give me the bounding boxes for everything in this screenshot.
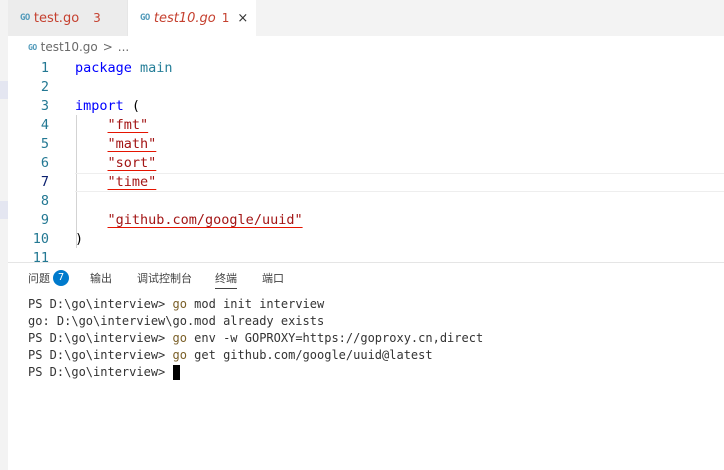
code-line[interactable]: 6 "sort" bbox=[8, 154, 724, 173]
tab-problems[interactable]: 问题 7 bbox=[28, 263, 69, 293]
tab-label: 输出 bbox=[90, 272, 112, 285]
code-text: package main bbox=[75, 59, 173, 78]
code-text: import ( bbox=[75, 97, 140, 116]
code-text: "sort" bbox=[75, 154, 157, 173]
tab-label: 终端 bbox=[215, 272, 237, 285]
terminal-prompt: go: D:\go\interview\go.mod already exist… bbox=[28, 314, 325, 328]
sidebar-highlight bbox=[0, 81, 8, 99]
editor-tab-bar: GO test.go 3 GO test10.go 1 × bbox=[8, 0, 724, 36]
string-literal: "sort" bbox=[107, 155, 157, 171]
code-line[interactable]: 9 "github.com/google/uuid" bbox=[8, 211, 724, 230]
close-icon[interactable]: × bbox=[237, 11, 248, 26]
tab-label: 端口 bbox=[262, 272, 284, 285]
line-number: 3 bbox=[40, 98, 49, 114]
code-text: "github.com/google/uuid" bbox=[75, 211, 303, 230]
code-line[interactable]: 4 "fmt" bbox=[8, 116, 724, 135]
code-text: "fmt" bbox=[75, 116, 149, 135]
terminal-prompt: PS D:\go\interview> bbox=[28, 348, 173, 362]
code-line[interactable]: 11 bbox=[8, 249, 724, 262]
terminal-prompt: PS D:\go\interview> bbox=[28, 365, 173, 379]
terminal-line: PS D:\go\interview> go env -w GOPROXY=ht… bbox=[28, 330, 483, 347]
tab-terminal[interactable]: 终端 bbox=[215, 263, 237, 293]
terminal-cursor bbox=[172, 365, 180, 380]
line-number: 5 bbox=[40, 136, 49, 152]
string-literal: "time" bbox=[107, 174, 157, 190]
line-number: 11 bbox=[32, 250, 49, 262]
line-number: 2 bbox=[40, 79, 49, 95]
code-text: "time" bbox=[75, 173, 157, 192]
string-literal: "github.com/google/uuid" bbox=[107, 212, 303, 228]
code-text: ) bbox=[75, 230, 83, 249]
terminal-command: go bbox=[172, 331, 187, 345]
breadcrumb: GO test10.go > ... bbox=[8, 36, 724, 58]
terminal-command: go bbox=[172, 348, 187, 362]
code-line[interactable]: 1 package main bbox=[8, 59, 724, 78]
package-name: main bbox=[140, 60, 173, 76]
keyword: import bbox=[75, 98, 124, 114]
problems-badge: 7 bbox=[53, 270, 69, 286]
terminal-args: get github.com/google/uuid@latest bbox=[186, 348, 433, 362]
tab-debug-console[interactable]: 调试控制台 bbox=[137, 263, 192, 293]
code-line[interactable]: 8 bbox=[8, 192, 724, 211]
tab-ports[interactable]: 端口 bbox=[262, 263, 284, 293]
terminal-args: mod init interview bbox=[186, 297, 325, 311]
tab-test10-go[interactable]: GO test10.go 1 × bbox=[128, 0, 256, 36]
terminal-line: go: D:\go\interview\go.mod already exist… bbox=[28, 313, 324, 330]
activity-sidebar bbox=[0, 0, 8, 470]
code-line[interactable]: 5 "math" bbox=[8, 135, 724, 154]
code-line[interactable]: 3 import ( bbox=[8, 97, 724, 116]
line-number: 4 bbox=[40, 117, 49, 133]
terminal-prompt: PS D:\go\interview> bbox=[28, 297, 173, 311]
line-number: 9 bbox=[40, 212, 49, 228]
code-text: "math" bbox=[75, 135, 157, 154]
tab-label: 调试控制台 bbox=[137, 272, 192, 285]
line-number: 1 bbox=[40, 60, 49, 76]
terminal-line: PS D:\go\interview> go get github.com/go… bbox=[28, 347, 433, 364]
code-line[interactable]: 2 bbox=[8, 78, 724, 97]
go-file-icon: GO bbox=[140, 13, 150, 23]
tab-label: test10.go bbox=[153, 10, 216, 26]
line-number: 6 bbox=[40, 155, 49, 171]
terminal-args: env -w GOPROXY=https://goproxy.cn,direct bbox=[186, 331, 484, 345]
code-token: ) bbox=[75, 231, 84, 247]
code-editor[interactable]: 1 package main 2 3 import (4 "fmt" 5 "math" 6 … bbox=[8, 58, 724, 262]
terminal-prompt: PS D:\go\interview> bbox=[28, 331, 173, 345]
code-line[interactable]: 7 "time" bbox=[8, 173, 724, 192]
tab-label: 问题 bbox=[28, 272, 50, 285]
terminal-line: PS D:\go\interview> go mod init intervie… bbox=[28, 296, 324, 313]
code-token: ( bbox=[123, 98, 141, 114]
terminal-line: PS D:\go\interview> bbox=[28, 364, 180, 381]
breadcrumb-more[interactable]: ... bbox=[118, 40, 129, 54]
string-literal: "fmt" bbox=[107, 117, 149, 133]
breadcrumb-file[interactable]: test10.go bbox=[41, 40, 98, 54]
terminal-command: go bbox=[172, 297, 187, 311]
problem-count: 1 bbox=[221, 11, 230, 25]
string-literal: "math" bbox=[107, 136, 157, 152]
problem-count: 3 bbox=[93, 11, 101, 25]
chevron-right-icon: > bbox=[102, 40, 113, 54]
line-number: 10 bbox=[32, 231, 49, 247]
panel-tab-bar: 问题 7 输出 调试控制台 终端 端口 bbox=[8, 263, 724, 293]
tab-label: test.go bbox=[33, 10, 80, 26]
tab-output[interactable]: 输出 bbox=[90, 263, 112, 293]
line-number: 7 bbox=[40, 174, 49, 190]
go-file-icon: GO bbox=[20, 13, 30, 23]
line-number: 8 bbox=[40, 193, 49, 209]
keyword: package bbox=[75, 60, 132, 76]
sidebar-highlight bbox=[0, 201, 8, 219]
code-line[interactable]: 10) bbox=[8, 230, 724, 249]
go-file-icon: GO bbox=[28, 42, 37, 52]
tab-test-go[interactable]: GO test.go 3 bbox=[8, 0, 128, 36]
